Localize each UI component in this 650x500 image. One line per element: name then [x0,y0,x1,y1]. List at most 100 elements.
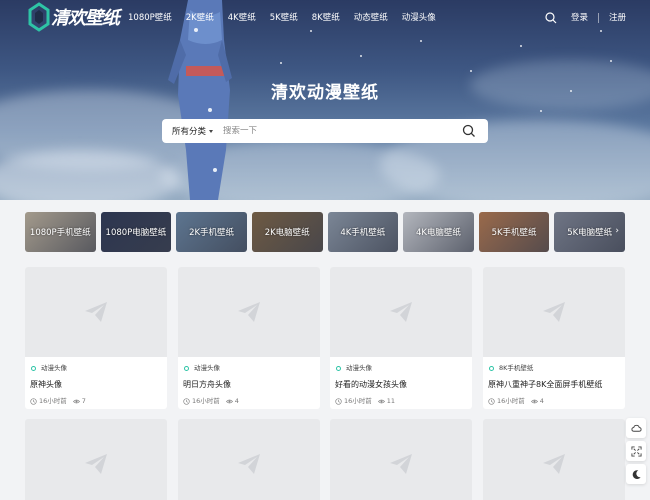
tag-dot-icon [489,365,494,371]
card-tag-label: 8K手机壁纸 [499,364,534,372]
category-tile-label: 2K手机壁纸 [189,228,235,238]
tag-dot-icon [336,365,341,371]
paper-plane-icon [85,454,107,474]
search-button-icon[interactable] [462,124,476,138]
card-views: 4 [539,397,544,405]
category-tile[interactable]: 5K电脑壁纸 › [554,212,625,252]
clock-icon [488,397,495,405]
fullscreen-icon [630,445,642,457]
paper-plane-icon [390,454,412,474]
category-tile[interactable]: 5K手机壁纸 [478,212,550,252]
cloud-icon [630,424,642,432]
menu-item-1080p[interactable]: 1080P壁纸 [128,11,172,25]
login-link[interactable]: 登录 [571,11,588,25]
nav-divider [597,13,599,23]
card-tag[interactable]: 动漫头像 [183,363,315,373]
paper-plane-icon [85,302,107,322]
card-thumbnail[interactable] [25,267,167,357]
category-tile-label: 5K电脑壁纸 [567,228,613,238]
wallpaper-card[interactable] [483,419,625,500]
paper-plane-icon [543,302,565,322]
clock-icon [183,397,190,405]
category-tile[interactable]: 1080P手机壁纸 [25,212,96,252]
register-link[interactable]: 注册 [609,11,626,25]
card-thumbnail[interactable] [330,419,472,500]
card-title[interactable]: 明日方舟头像 [183,379,315,390]
card-views: 4 [234,397,239,405]
category-tile-label: 4K手机壁纸 [340,228,386,238]
card-thumbnail[interactable] [483,419,625,500]
card-thumbnail[interactable] [25,419,167,500]
wallpaper-card[interactable]: 8K手机壁纸 原神八重神子8K全面屏手机壁纸 16小时前 4 [483,267,625,409]
wallpaper-card[interactable] [178,419,320,500]
card-thumbnail[interactable] [330,267,472,357]
page: 清欢壁纸 1080P壁纸 2K壁纸 4K壁纸 5K壁纸 8K壁纸 动态壁纸 动漫… [0,0,650,500]
category-tile-label: 1080P手机壁纸 [29,228,91,238]
menu-item-avatar[interactable]: 动漫头像 [402,11,436,25]
wallpaper-card[interactable] [330,419,472,500]
wallpaper-card[interactable]: 动漫头像 原神头像 16小时前 7 [25,267,167,409]
eye-icon [377,399,385,403]
wallpaper-card[interactable] [25,419,167,500]
card-tag-label: 动漫头像 [41,364,67,372]
eye-icon [225,399,233,403]
paper-plane-icon [238,454,260,474]
search-bar: 所有分类 [162,119,488,143]
category-tile[interactable]: 2K手机壁纸 [176,212,247,252]
top-nav: 清欢壁纸 1080P壁纸 2K壁纸 4K壁纸 5K壁纸 8K壁纸 动态壁纸 动漫… [0,0,650,36]
paper-plane-icon [390,302,412,322]
category-tile-label: 1080P电脑壁纸 [105,228,167,238]
clock-icon [335,397,342,405]
category-tile[interactable]: 4K手机壁纸 [327,212,399,252]
wallpaper-card[interactable]: 动漫头像 好看的动漫女孩头像 16小时前 11 [330,267,472,409]
menu-item-4k[interactable]: 4K壁纸 [228,11,256,25]
cloud-button[interactable] [626,418,646,438]
menu-item-dynamic[interactable]: 动态壁纸 [354,11,388,25]
card-views: 11 [386,397,396,405]
caret-down-icon [209,129,214,133]
moon-icon [632,469,641,479]
fullscreen-button[interactable] [626,441,646,461]
card-title[interactable]: 好看的动漫女孩头像 [335,379,467,390]
card-time: 16小时前 [192,397,220,405]
paper-plane-icon [543,454,565,474]
search-input[interactable] [223,126,454,136]
card-title[interactable]: 原神八重神子8K全面屏手机壁纸 [488,379,620,390]
search-icon[interactable] [545,12,557,24]
menu-item-2k[interactable]: 2K壁纸 [186,11,214,25]
card-tag[interactable]: 动漫头像 [30,363,162,373]
card-thumbnail[interactable] [483,267,625,357]
category-tile[interactable]: 1080P电脑壁纸 [100,212,172,252]
category-tile-label: 2K电脑壁纸 [264,228,310,238]
category-tile[interactable]: 4K电脑壁纸 [403,212,474,252]
card-title[interactable]: 原神头像 [30,379,162,390]
hero-banner: 清欢壁纸 1080P壁纸 2K壁纸 4K壁纸 5K壁纸 8K壁纸 动态壁纸 动漫… [0,0,650,200]
hero-title: 清欢动漫壁纸 [271,83,379,103]
menu-item-5k[interactable]: 5K壁纸 [270,11,298,25]
card-tag[interactable]: 动漫头像 [335,363,467,373]
category-dropdown[interactable]: 所有分类 [172,125,214,137]
category-strip: 1080P手机壁纸 1080P电脑壁纸 2K手机壁纸 2K电脑壁纸 4K手机壁纸… [25,212,625,252]
card-thumbnail[interactable] [178,267,320,357]
card-meta: 16小时前 7 [30,396,162,406]
dark-mode-button[interactable] [626,464,646,484]
nav-actions: 登录 注册 [545,11,626,25]
paper-plane-icon [238,302,260,322]
card-tag[interactable]: 8K手机壁纸 [488,363,620,373]
wallpaper-card[interactable]: 动漫头像 明日方舟头像 16小时前 4 [178,267,320,409]
main-menu: 1080P壁纸 2K壁纸 4K壁纸 5K壁纸 8K壁纸 动态壁纸 动漫头像 [128,11,450,25]
category-tile[interactable]: 2K电脑壁纸 [251,212,323,252]
category-dropdown-label: 所有分类 [172,127,207,137]
menu-item-8k[interactable]: 8K壁纸 [312,11,340,25]
site-logo[interactable]: 清欢壁纸 [28,2,120,32]
chevron-right-icon[interactable]: › [615,226,619,236]
tag-dot-icon [184,365,189,371]
category-tile-label: 5K手机壁纸 [491,228,537,238]
card-thumbnail[interactable] [178,419,320,500]
tag-dot-icon [31,365,36,371]
card-tag-label: 动漫头像 [194,364,220,372]
card-time: 16小时前 [344,397,372,405]
eye-icon [530,399,538,403]
floating-toolbar [626,418,646,487]
eye-icon [72,399,80,403]
